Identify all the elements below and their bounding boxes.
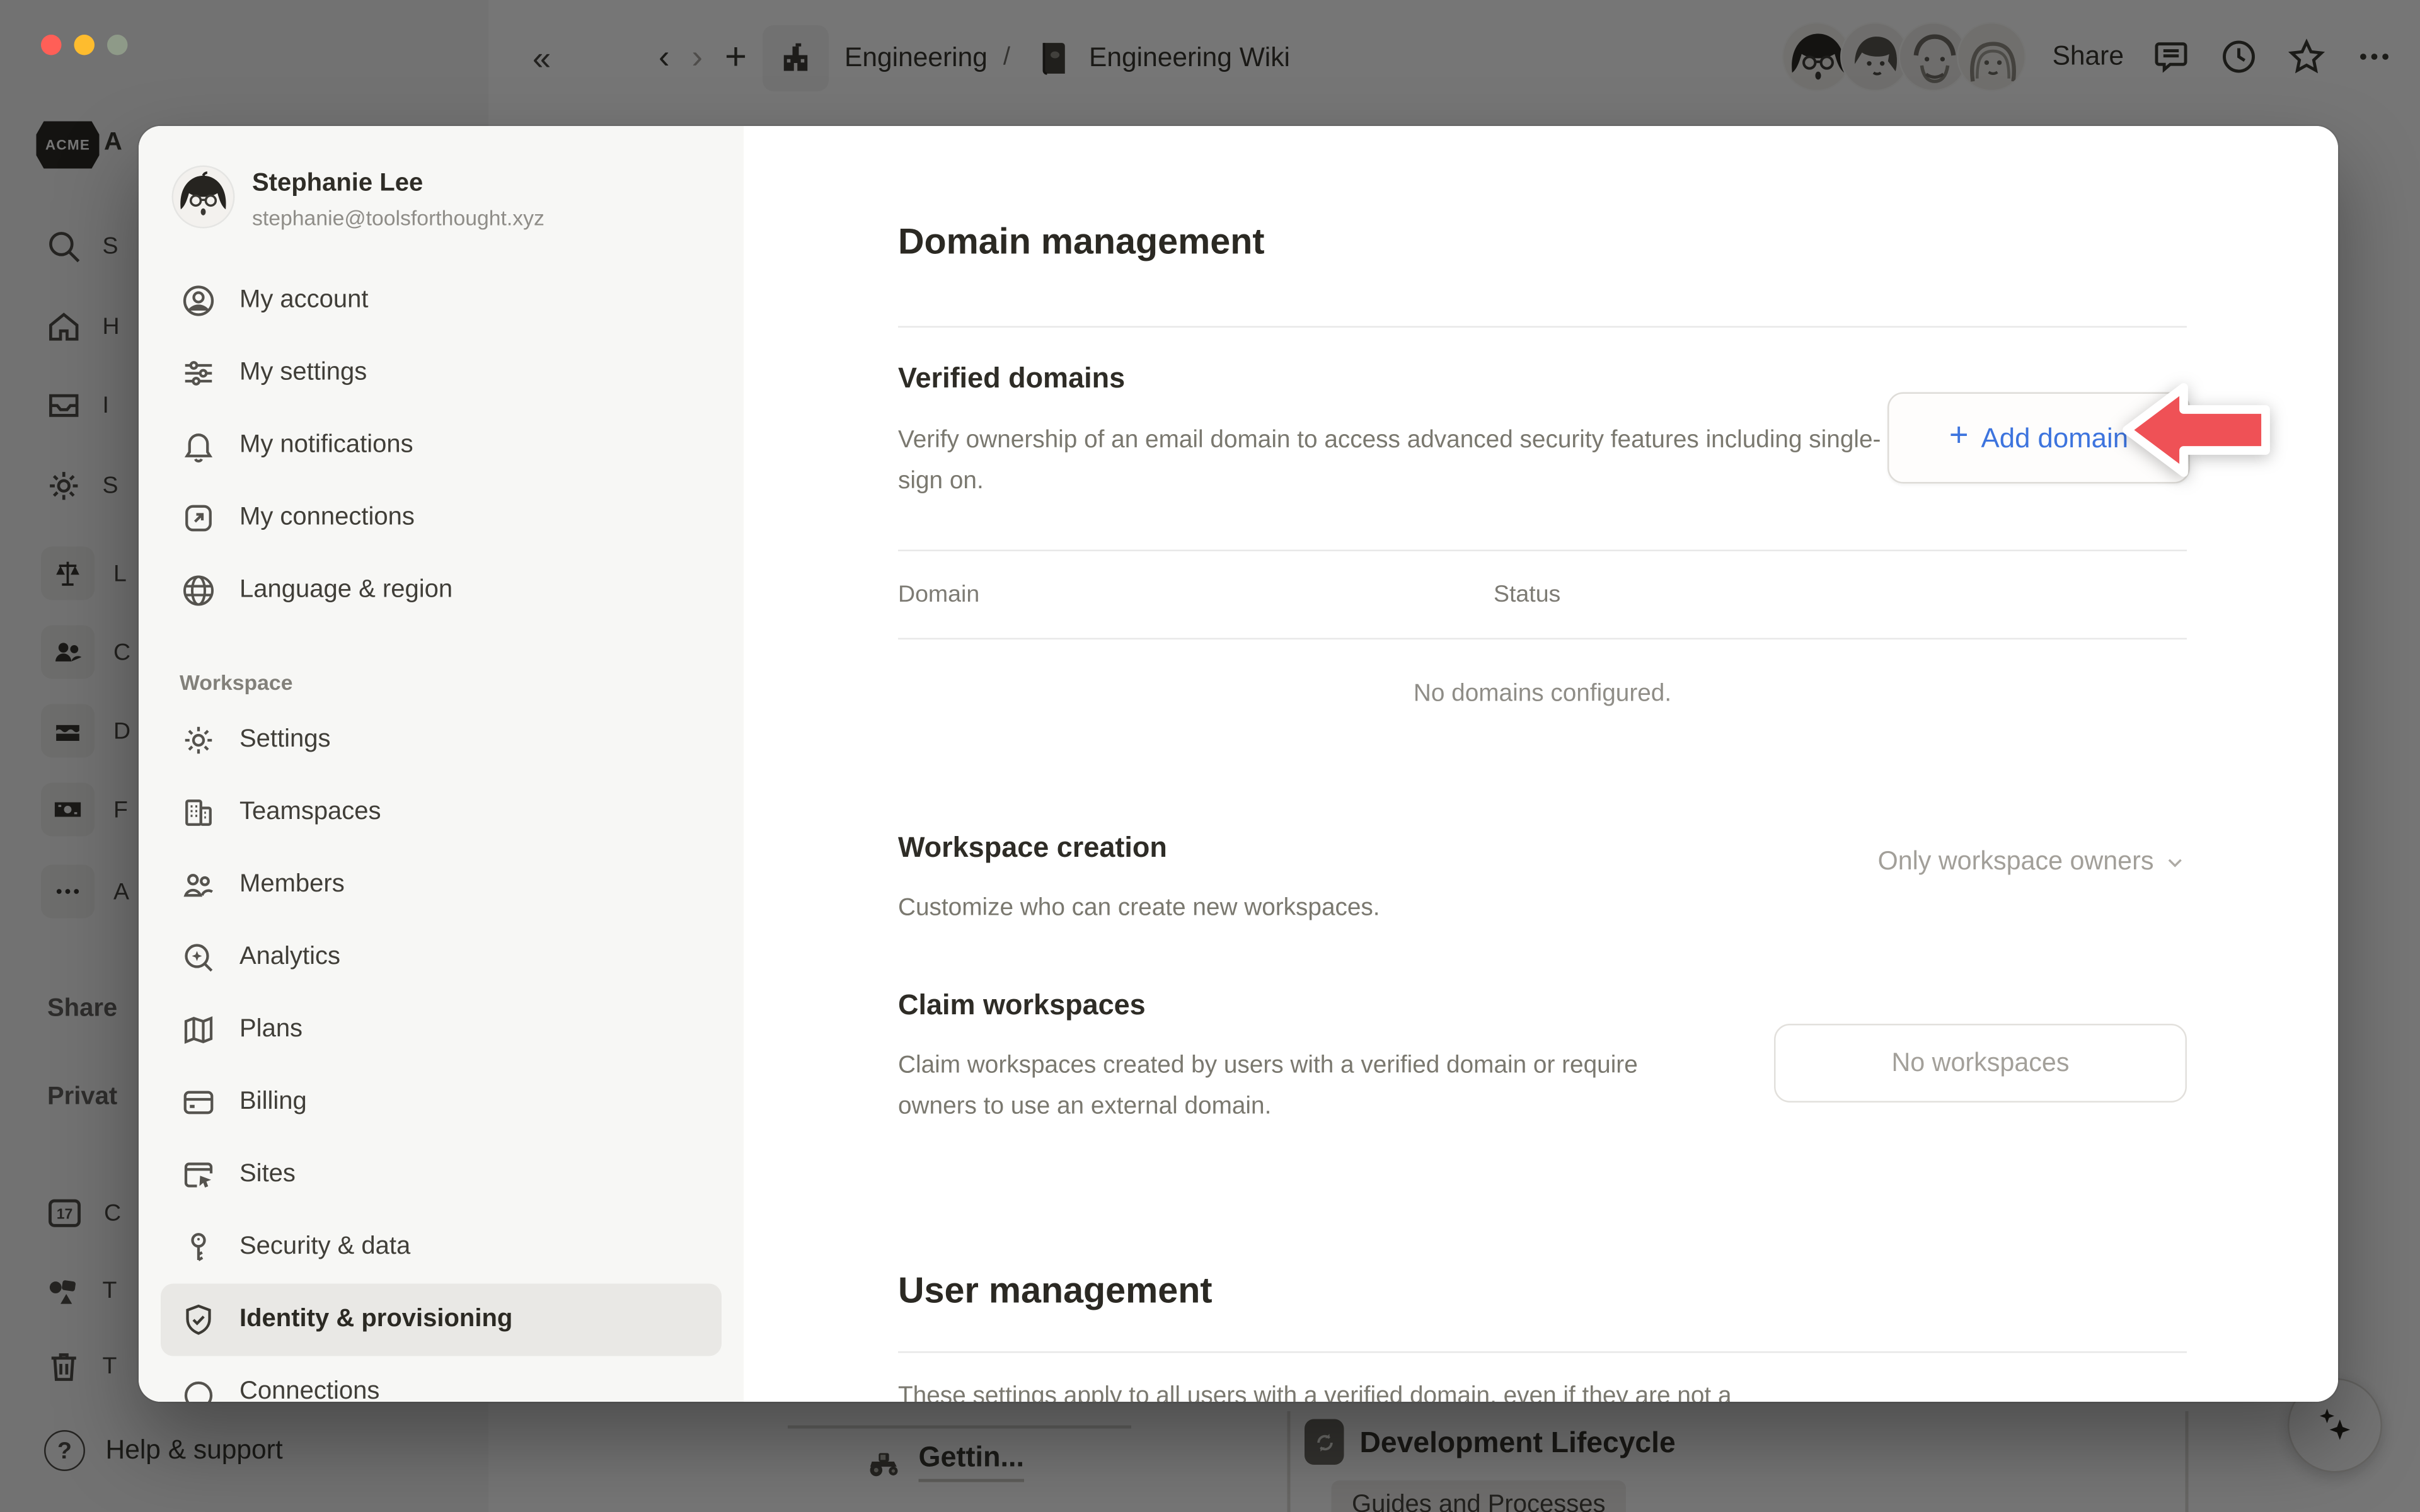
settings-main: Domain management Verified domains Verif… — [744, 126, 2338, 1402]
settings-nav-connections[interactable]: Connections — [161, 1356, 722, 1402]
chevron-down-icon — [2164, 850, 2187, 874]
settings-nav-language-region[interactable]: Language & region — [161, 554, 722, 627]
zoom-window-button[interactable] — [107, 35, 128, 55]
arrow-out-box-icon — [180, 500, 217, 537]
credit-card-icon — [180, 1084, 217, 1121]
settings-nav-plans[interactable]: Plans — [161, 994, 722, 1067]
workspace-creation-dropdown[interactable]: Only workspace owners — [1878, 847, 2187, 878]
minimize-window-button[interactable] — [74, 35, 95, 55]
column-status: Status — [1494, 581, 1560, 609]
map-icon — [180, 1011, 217, 1049]
divider — [898, 326, 2187, 328]
shield-check-icon — [180, 1301, 217, 1339]
settings-sidebar: Stephanie Lee stephanie@toolsforthought.… — [139, 126, 744, 1402]
window-controls — [41, 35, 128, 55]
annotation-arrow-icon — [2118, 375, 2275, 485]
bell-icon — [180, 427, 217, 465]
settings-nav-my-connections[interactable]: My connections — [161, 482, 722, 554]
user-avatar — [173, 167, 233, 227]
verified-domains-title: Verified domains — [898, 362, 2187, 396]
search-sparkle-icon — [180, 939, 217, 976]
plus-icon: + — [1949, 418, 1969, 455]
settings-nav-security-data[interactable]: Security & data — [161, 1211, 722, 1284]
user-email: stephanie@toolsforthought.xyz — [252, 207, 544, 231]
domains-empty-state: No domains configured. — [898, 680, 2187, 709]
workspace-creation-title: Workspace creation — [898, 832, 1380, 865]
settings-nav-settings[interactable]: Settings — [161, 704, 722, 777]
page-title: Domain management — [898, 220, 2187, 263]
globe-icon — [180, 572, 217, 610]
account-header: Stephanie Lee stephanie@toolsforthought.… — [139, 126, 744, 265]
settings-nav-members[interactable]: Members — [161, 849, 722, 922]
screen: ACME A S H I S L C D — [0, 0, 2420, 1512]
settings-nav-teamspaces[interactable]: Teamspaces — [161, 777, 722, 849]
domains-table-header: Domain Status — [898, 550, 2187, 640]
settings-nav-my-notifications[interactable]: My notifications — [161, 410, 722, 482]
divider — [898, 1351, 2187, 1353]
user-name: Stephanie Lee — [252, 167, 544, 198]
settings-nav-identity-provisioning[interactable]: Identity & provisioning — [161, 1284, 722, 1356]
settings-modal: Stephanie Lee stephanie@toolsforthought.… — [139, 126, 2338, 1402]
key-icon — [180, 1228, 217, 1266]
user-management-title: User management — [898, 1269, 2187, 1312]
user-management-partial-text: These settings apply to all users with a… — [898, 1377, 2187, 1402]
gear-icon — [180, 721, 217, 759]
buildings-icon — [180, 794, 217, 832]
settings-nav-analytics[interactable]: Analytics — [161, 922, 722, 994]
settings-section-workspace: Workspace — [180, 671, 744, 695]
column-domain: Domain — [898, 581, 1494, 609]
settings-nav-sites[interactable]: Sites — [161, 1139, 722, 1211]
close-window-button[interactable] — [41, 35, 62, 55]
circle-icon — [180, 1373, 217, 1402]
two-people-icon — [180, 866, 217, 904]
claim-workspaces-title: Claim workspaces — [898, 989, 1654, 1022]
no-workspaces-button[interactable]: No workspaces — [1774, 1024, 2187, 1102]
sliders-icon — [180, 355, 217, 392]
workspace-creation-description: Customize who can create new workspaces. — [898, 888, 1380, 929]
user-circle-icon — [180, 282, 217, 320]
claim-workspaces-description: Claim workspaces created by users with a… — [898, 1046, 1654, 1128]
settings-nav-my-account[interactable]: My account — [161, 265, 722, 337]
settings-nav-my-settings[interactable]: My settings — [161, 337, 722, 410]
settings-nav-billing[interactable]: Billing — [161, 1067, 722, 1139]
browser-cursor-icon — [180, 1156, 217, 1194]
verified-domains-description: Verify ownership of an email domain to a… — [898, 421, 1906, 503]
